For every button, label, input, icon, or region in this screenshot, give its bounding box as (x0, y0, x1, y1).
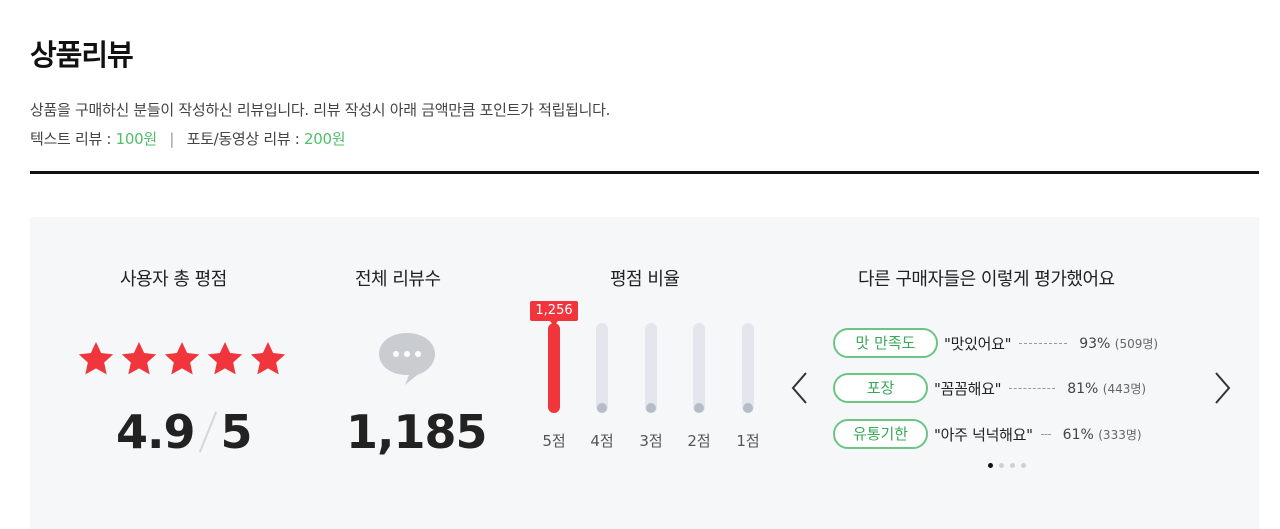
speech-bubble-icon (379, 333, 435, 385)
chevron-right-icon[interactable] (1212, 371, 1232, 405)
evaluation-percent-value: 81% (1067, 380, 1099, 397)
carousel-page-indicator (988, 463, 1026, 468)
rating-value: 4.9 (116, 405, 195, 459)
star-icon (250, 342, 286, 375)
rating-title: 사용자 총 평점 (120, 269, 227, 290)
evaluation-quote: "아주 넉넉해요" (934, 425, 1033, 444)
photo-review-points: 200원 (304, 130, 346, 148)
ratio-bar-3 (645, 323, 657, 413)
ratio-bar-4 (596, 323, 608, 413)
star-icon (121, 342, 157, 375)
evaluation-people: (443명) (1102, 381, 1147, 396)
evaluation-people: (333명) (1098, 427, 1142, 442)
ratio-label-3: 3점 (639, 432, 663, 450)
carousel-dot[interactable] (1010, 463, 1015, 468)
photo-review-label: 포토/동영상 리뷰 : (186, 130, 300, 148)
carousel-dot[interactable] (999, 463, 1004, 468)
evaluation-quote: "맛있어요" (944, 334, 1012, 353)
ratio-bar-knob (743, 403, 753, 413)
evaluation-row: 포장 "꼼꼼해요" 81% (443명) (833, 373, 1146, 403)
ratio-label-5: 5점 (542, 432, 566, 450)
points-info: 텍스트 리뷰 : 100원 | 포토/동영상 리뷰 : 200원 (30, 125, 610, 154)
ratio-label-4: 4점 (590, 432, 614, 450)
evaluation-dash (1019, 342, 1068, 344)
evaluation-percent-value: 61% (1062, 426, 1094, 443)
chevron-left-icon[interactable] (790, 371, 810, 405)
evaluation-quote: "꼼꼼해요" (934, 379, 1002, 398)
rating-stars (76, 339, 288, 379)
evaluation-percent: 61% (333명) (1063, 426, 1142, 443)
ratio-top-count: 1,256 (530, 301, 578, 326)
others-title: 다른 구매자들은 이렇게 평가했어요 (858, 269, 1115, 290)
evaluation-row: 맛 만족도 "맛있어요" 93% (509명) (833, 328, 1158, 358)
star-icon (207, 342, 243, 375)
ratio-title: 평점 비율 (610, 269, 680, 290)
ratio-bar-knob (597, 403, 607, 413)
evaluation-dash (1009, 387, 1056, 389)
header-divider (30, 171, 1259, 174)
review-description: 상품을 구매하신 분들이 작성하신 리뷰입니다. 리뷰 작성시 아래 금액만큼 … (30, 96, 610, 154)
rating-max: 5 (220, 405, 253, 459)
rating-score: 4.9 5 (116, 405, 253, 459)
ratio-bar-knob (646, 403, 656, 413)
ratio-bar-1 (742, 323, 754, 413)
ratio-bar-2 (693, 323, 705, 413)
evaluation-percent: 93% (509명) (1079, 335, 1158, 352)
review-count-title: 전체 리뷰수 (355, 269, 441, 290)
evaluation-percent-value: 93% (1079, 335, 1111, 352)
ratio-bar-knob (694, 403, 704, 413)
evaluation-people: (509명) (1114, 336, 1159, 351)
section-title: 상품리뷰 (30, 38, 134, 72)
evaluation-tag: 유통기한 (833, 419, 928, 449)
review-count: 1,185 (346, 405, 488, 459)
text-review-points: 100원 (115, 130, 158, 148)
evaluation-row: 유통기한 "아주 넉넉해요" 61% (333명) (833, 419, 1142, 449)
rating-slash (198, 411, 217, 453)
ratio-label-1: 1점 (736, 432, 760, 450)
star-icon (164, 342, 200, 375)
carousel-dot[interactable] (988, 463, 993, 468)
evaluation-tag: 포장 (833, 373, 928, 403)
text-review-label: 텍스트 리뷰 : (30, 130, 112, 148)
star-icon (78, 342, 114, 375)
ratio-label-2: 2점 (687, 432, 711, 450)
points-separator: | (169, 130, 175, 148)
evaluation-dash (1040, 433, 1051, 435)
ratio-bar-5 (548, 323, 560, 413)
description-text: 상품을 구매하신 분들이 작성하신 리뷰입니다. 리뷰 작성시 아래 금액만큼 … (30, 101, 611, 119)
evaluation-tag: 맛 만족도 (833, 328, 938, 358)
review-summary-panel: 사용자 총 평점 4.9 5 전체 리뷰수 1,185 평점 비율 1,256 (30, 217, 1259, 529)
evaluation-percent: 81% (443명) (1067, 380, 1146, 397)
carousel-dot[interactable] (1021, 463, 1026, 468)
